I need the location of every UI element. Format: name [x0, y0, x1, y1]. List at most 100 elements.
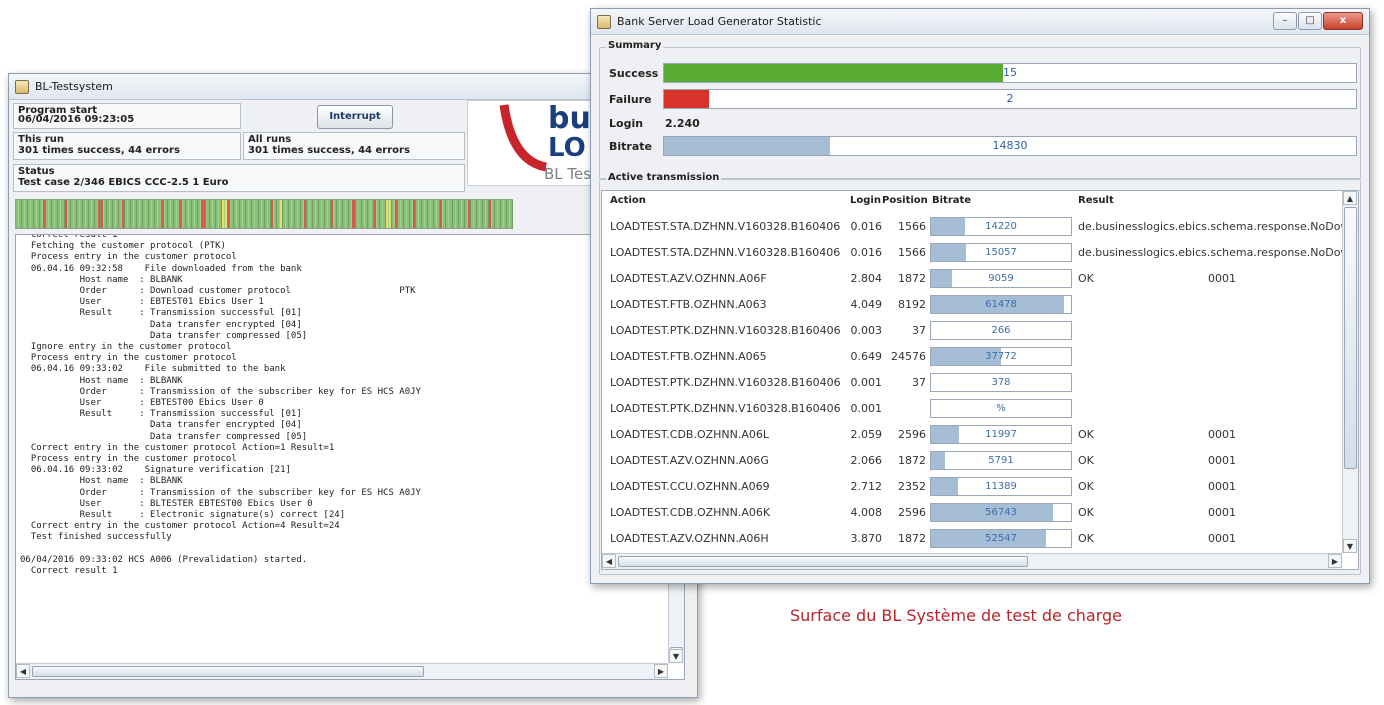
header-action[interactable]: Action	[610, 195, 646, 206]
row-bitrate-value: %	[996, 403, 1006, 414]
table-row[interactable]: LOADTEST.STA.DZHNN.V160328.B160406 0.016 1…	[602, 239, 1344, 265]
log-scroll-down-arrow-icon[interactable]: ▼	[669, 649, 683, 663]
failure-bar: 2	[663, 89, 1357, 109]
maximize-button[interactable]: □	[1298, 12, 1322, 30]
row-action: LOADTEST.PTK.DZHNN.V160328.B160406	[610, 376, 841, 389]
row-position: 37	[912, 376, 926, 389]
row-action: LOADTEST.CDB.OZHNN.A06K	[610, 506, 771, 519]
active-transmission-title: Active transmission	[606, 172, 722, 183]
row-action: LOADTEST.CCU.OZHNN.A069	[610, 480, 770, 493]
log-hscroll-thumb[interactable]	[32, 666, 424, 677]
login-label: Login	[609, 117, 644, 130]
row-bitrate-value: 15057	[985, 247, 1017, 258]
status-label: Status	[18, 166, 55, 177]
header-result[interactable]: Result	[1078, 195, 1114, 206]
all-runs-value: 301 times success, 44 errors	[248, 145, 410, 156]
row-login: 2.066	[850, 454, 883, 467]
row-position: 8192	[898, 298, 926, 311]
status-value: Test case 2/346 EBICS CCC-2.5 1 Euro	[18, 177, 229, 188]
row-bitrate-value: 266	[991, 325, 1011, 336]
java-app-icon	[15, 79, 29, 94]
row-login: 0.016	[850, 220, 883, 233]
row-login: 0.003	[850, 324, 883, 337]
header-login[interactable]: Login	[850, 195, 881, 206]
log-output-area[interactable]: Correct result 1 Fetching the customer p…	[15, 234, 685, 680]
log-scroll-left-arrow-icon[interactable]: ◀	[16, 664, 30, 678]
log-horizontal-scrollbar[interactable]: ◀ ▶	[16, 663, 668, 679]
table-row[interactable]: LOADTEST.CDB.OZHNN.A06K 4.008 2596 56743 OK 0…	[602, 499, 1344, 525]
table-vertical-scrollbar[interactable]: ▲ ▼	[1342, 191, 1358, 553]
minimize-button[interactable]: –	[1273, 12, 1297, 30]
row-action: LOADTEST.FTB.OZHNN.A065	[610, 350, 767, 363]
row-bitrate-value: 11997	[985, 429, 1017, 440]
table-row[interactable]: LOADTEST.PTK.DZHNN.V160328.B160406 0.001 3…	[602, 369, 1344, 395]
success-value: 15	[1003, 66, 1017, 79]
row-position: 1872	[898, 532, 926, 545]
row-bitrate-bar: 5791	[930, 451, 1072, 470]
table-horizontal-scrollbar[interactable]: ◀ ▶	[602, 553, 1342, 569]
failure-label: Failure	[609, 93, 652, 106]
logo-text-line3: BL Tes	[544, 165, 592, 183]
row-login: 4.008	[850, 506, 883, 519]
row-bitrate-bar: 11997	[930, 425, 1072, 444]
log-scroll-right-arrow-icon[interactable]: ▶	[654, 664, 668, 678]
this-run-field: This run 301 times success, 44 errors	[13, 132, 241, 160]
program-start-field: Program start 06/04/2016 09:23:05	[13, 103, 241, 129]
table-row[interactable]: LOADTEST.FTB.OZHNN.A063 4.049 8192 61478	[602, 291, 1344, 317]
row-position: 2596	[898, 506, 926, 519]
table-scroll-down-arrow-icon[interactable]: ▼	[1343, 539, 1357, 553]
row-bitrate-bar: 266	[930, 321, 1072, 340]
table-row[interactable]: LOADTEST.CCU.OZHNN.A069 2.712 2352 11389 OK 0…	[602, 473, 1344, 499]
table-row[interactable]: LOADTEST.AZV.OZHNN.A06G 2.066 1872 5791 OK 00…	[602, 447, 1344, 473]
header-bitrate[interactable]: Bitrate	[932, 195, 971, 206]
row-login: 3.870	[850, 532, 883, 545]
table-scroll-left-arrow-icon[interactable]: ◀	[602, 554, 616, 568]
row-bitrate-bar: 11389	[930, 477, 1072, 496]
row-login: 0.001	[850, 376, 883, 389]
table-row[interactable]: LOADTEST.AZV.OZHNN.A06H 3.870 1872 52547 OK 0…	[602, 525, 1344, 551]
row-action: LOADTEST.STA.DZHNN.V160328.B160406	[610, 220, 841, 233]
row-position: 37	[912, 324, 926, 337]
row-login: 0.016	[850, 246, 883, 259]
row-login: 2.712	[850, 480, 883, 493]
row-position: 2596	[898, 428, 926, 441]
table-vscroll-thumb[interactable]	[1344, 207, 1357, 469]
this-run-label: This run	[18, 134, 64, 145]
load-generator-window: Bank Server Load Generator Statistic – □…	[590, 8, 1370, 584]
table-row[interactable]: LOADTEST.STA.DZHNN.V160328.B160406 0.016 1…	[602, 213, 1344, 239]
table-scroll-right-arrow-icon[interactable]: ▶	[1328, 554, 1342, 568]
table-hscroll-thumb[interactable]	[618, 556, 1028, 567]
table-scroll-up-arrow-icon[interactable]: ▲	[1343, 191, 1357, 205]
transmission-table[interactable]: Action Login Position Bitrate Result LOA…	[601, 190, 1359, 570]
success-bar: 15	[663, 63, 1357, 83]
row-login: 4.049	[850, 298, 883, 311]
row-action: LOADTEST.AZV.OZHNN.A06G	[610, 454, 769, 467]
table-row[interactable]: LOADTEST.PTK.DZHNN.V160328.B160406 0.001%	[602, 395, 1344, 421]
right-title-bar[interactable]: Bank Server Load Generator Statistic – □…	[591, 9, 1369, 35]
row-action: LOADTEST.PTK.DZHNN.V160328.B160406	[610, 324, 841, 337]
java-app-icon	[597, 14, 611, 29]
close-button[interactable]: x	[1323, 12, 1363, 30]
row-bitrate-bar: 14220	[930, 217, 1072, 236]
right-window-title: Bank Server Load Generator Statistic	[617, 15, 822, 28]
row-result-code: 0001	[1208, 480, 1236, 493]
row-login: 2.059	[850, 428, 883, 441]
table-row[interactable]: LOADTEST.FTB.OZHNN.A065 0.649 24576 37772	[602, 343, 1344, 369]
header-position[interactable]: Position	[882, 195, 928, 206]
row-bitrate-bar: 61478	[930, 295, 1072, 314]
row-bitrate-value: 52547	[985, 533, 1017, 544]
bitrate-bar: 14830	[663, 136, 1357, 156]
table-row[interactable]: LOADTEST.CDB.OZHNN.A06L 2.059 2596 11997 OK 0…	[602, 421, 1344, 447]
row-position: 24576	[891, 350, 926, 363]
table-row[interactable]: LOADTEST.PTK.DZHNN.V160328.B160406 0.003 3…	[602, 317, 1344, 343]
table-row[interactable]: LOADTEST.AZV.OZHNN.A06F 2.804 1872 9059 OK 00…	[602, 265, 1344, 291]
interrupt-button[interactable]: Interrupt	[317, 105, 393, 129]
row-position: 1566	[898, 246, 926, 259]
summary-title: Summary	[606, 40, 664, 51]
row-result-code: 0001	[1208, 454, 1236, 467]
progress-segment	[510, 200, 514, 228]
row-result-code: 0001	[1208, 428, 1236, 441]
row-result-code: 0001	[1208, 272, 1236, 285]
row-position: 1872	[898, 454, 926, 467]
bitrate-value: 14830	[992, 139, 1028, 152]
